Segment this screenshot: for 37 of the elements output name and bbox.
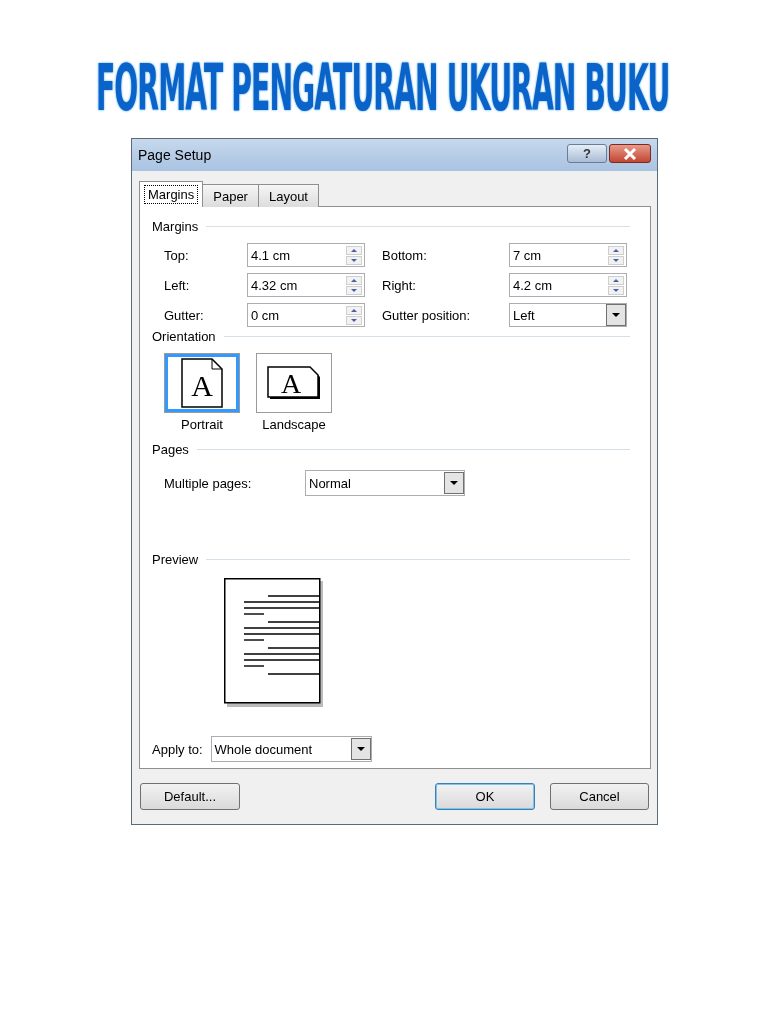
tab[interactable]: Margins [139, 181, 204, 207]
group-label: Pages [152, 441, 189, 457]
dialog-button[interactable]: Default... [140, 783, 240, 810]
spin-field[interactable]: 4.1 cm [247, 243, 365, 267]
field-label: Top: [164, 247, 190, 263]
option-label: Landscape [262, 417, 326, 432]
dropdown[interactable]: Whole document [210, 736, 372, 762]
tab[interactable]: Paper [202, 184, 259, 207]
group-label: Margins [152, 218, 199, 234]
field-label: Left: [164, 277, 191, 293]
dialog-button[interactable]: OK [435, 783, 535, 810]
spin-field[interactable]: 4.2 cm [509, 273, 627, 297]
field-label: Bottom: [382, 247, 428, 263]
page-heading: FORMAT PENGATURAN UKURAN BUKU [96, 52, 670, 124]
portrait-page-icon: A [181, 358, 223, 408]
group-label: Preview [152, 551, 199, 567]
dropdown[interactable]: Normal [305, 470, 465, 496]
field-label: Apply to: [152, 741, 203, 757]
field-label: Multiple pages: [164, 475, 253, 491]
orientation-button[interactable]: A [256, 353, 332, 413]
spin-field[interactable]: 7 cm [509, 243, 627, 267]
tab[interactable]: Layout [257, 184, 319, 207]
landscape-page-icon: A [267, 366, 321, 400]
help-button[interactable]: ? [567, 144, 607, 163]
group-label: Orientation [152, 328, 216, 344]
spin-field[interactable]: 4.32 cm [247, 273, 365, 297]
orientation-button[interactable]: A [164, 353, 240, 413]
option-label: Portrait [181, 417, 223, 432]
close-button[interactable] [609, 144, 651, 163]
dialog-button[interactable]: Cancel [550, 783, 649, 810]
spin-field[interactable]: 0 cm [247, 303, 365, 327]
field-label: Gutter: [164, 307, 205, 323]
field-label: Gutter position: [382, 307, 472, 323]
window-title: Page Setup [138, 147, 212, 163]
field-label: Right: [382, 277, 417, 293]
close-icon [623, 147, 637, 160]
dropdown[interactable]: Left [509, 303, 627, 327]
